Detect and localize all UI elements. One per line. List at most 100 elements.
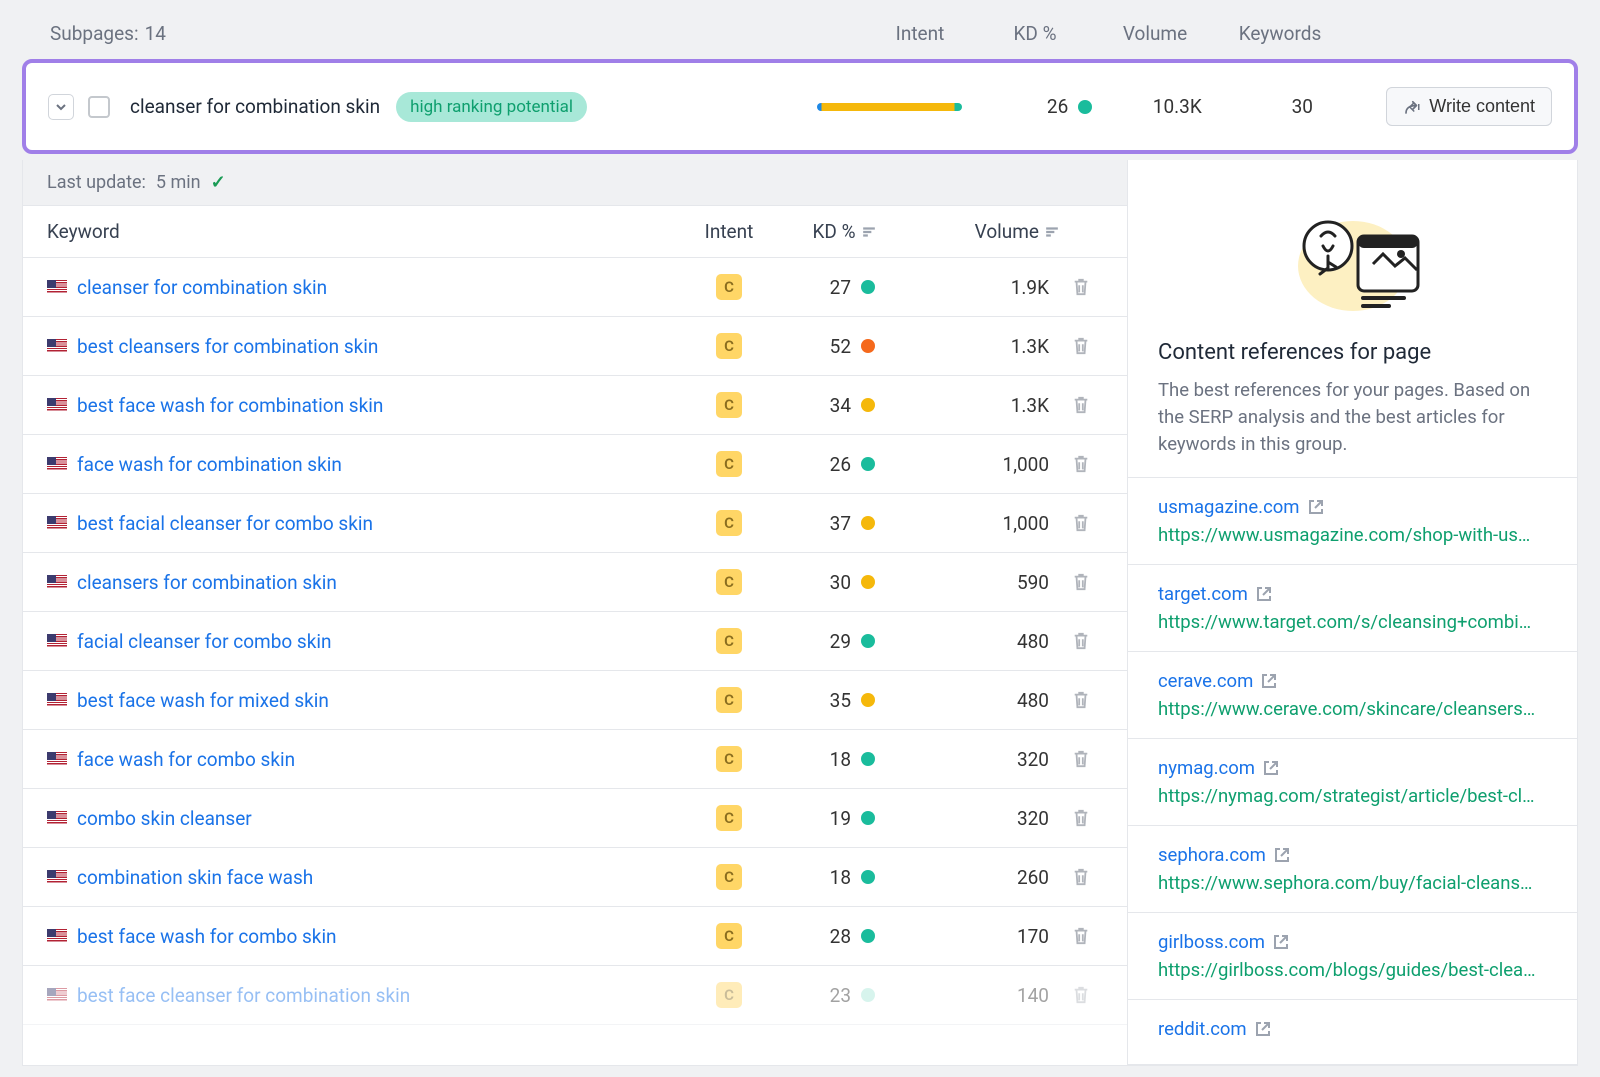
reference-domain[interactable]: girlboss.com [1158,931,1547,953]
reference-url: https://www.target.com/s/cleansing+combi… [1158,611,1547,633]
intent-distribution-bar [817,103,962,111]
table-row: face wash for combination skin C 26 1,00… [23,435,1127,494]
reference-domain[interactable]: usmagazine.com [1158,496,1547,518]
delete-icon[interactable] [1072,690,1090,710]
intent-chip[interactable]: C [716,864,742,890]
redo-arrow-icon [1403,98,1421,116]
write-content-button[interactable]: Write content [1386,87,1552,126]
expand-toggle[interactable] [48,94,74,120]
kd-dot-icon [861,575,875,589]
delete-icon[interactable] [1072,395,1090,415]
keyword-link[interactable]: best face wash for combination skin [77,394,383,417]
delete-icon[interactable] [1072,336,1090,356]
delete-icon[interactable] [1072,572,1090,592]
kd-cell: 26 [779,453,909,476]
reference-domain[interactable]: target.com [1158,583,1547,605]
group-volume: 10.3K [1112,95,1242,118]
external-link-icon [1274,847,1290,863]
keyword-link[interactable]: best cleansers for combination skin [77,335,378,358]
intent-chip[interactable]: C [716,687,742,713]
intent-chip[interactable]: C [716,274,742,300]
table-row: face wash for combo skin C 18 320 [23,730,1127,789]
col-intent[interactable]: Intent [679,220,779,243]
sort-icon [1045,225,1059,239]
keyword-link[interactable]: face wash for combo skin [77,748,295,771]
header-keywords: Keywords [1220,22,1340,45]
keyword-link[interactable]: face wash for combination skin [77,453,342,476]
header-kd: KD % [980,22,1090,45]
delete-icon[interactable] [1072,808,1090,828]
kd-dot-icon [861,752,875,766]
subpages-count: 14 [145,22,166,45]
intent-chip[interactable]: C [716,923,742,949]
keyword-link[interactable]: facial cleanser for combo skin [77,630,331,653]
col-kd[interactable]: KD % [779,220,909,243]
col-keyword[interactable]: Keyword [47,220,679,243]
kd-cell: 28 [779,925,909,948]
us-flag-icon [47,516,67,530]
intent-chip[interactable]: C [716,510,742,536]
reference-item[interactable]: sephora.com https://www.sephora.com/buy/… [1128,826,1577,913]
delete-icon[interactable] [1072,749,1090,769]
reference-domain[interactable]: cerave.com [1158,670,1547,692]
keyword-link[interactable]: best face cleanser for combination skin [77,984,410,1007]
volume-cell: 480 [909,689,1059,712]
kd-dot-icon [861,280,875,294]
delete-icon[interactable] [1072,867,1090,887]
intent-chip[interactable]: C [716,392,742,418]
intent-chip[interactable]: C [716,628,742,654]
us-flag-icon [47,634,67,648]
reference-item[interactable]: nymag.com https://nymag.com/strategist/a… [1128,739,1577,826]
write-content-label: Write content [1429,96,1535,117]
group-kd-value: 26 [1047,95,1068,118]
reference-item[interactable]: girlboss.com https://girlboss.com/blogs/… [1128,913,1577,1000]
keyword-link[interactable]: combo skin cleanser [77,807,252,830]
intent-chip[interactable]: C [716,451,742,477]
keyword-link[interactable]: best face wash for mixed skin [77,689,329,712]
us-flag-icon [47,811,67,825]
reference-domain[interactable]: reddit.com [1158,1018,1547,1040]
us-flag-icon [47,988,67,1002]
reference-item[interactable]: usmagazine.com https://www.usmagazine.co… [1128,478,1577,565]
kd-dot-icon [861,634,875,648]
reference-item[interactable]: reddit.com [1128,1000,1577,1065]
last-update-label: Last update: [47,172,146,193]
reference-item[interactable]: target.com https://www.target.com/s/clea… [1128,565,1577,652]
reference-domain[interactable]: nymag.com [1158,757,1547,779]
keyword-link[interactable]: combination skin face wash [77,866,313,889]
intent-chip[interactable]: C [716,333,742,359]
kd-cell: 19 [779,807,909,830]
delete-icon[interactable] [1072,513,1090,533]
keyword-link[interactable]: cleanser for combination skin [77,276,327,299]
group-checkbox[interactable] [88,96,110,118]
delete-icon[interactable] [1072,277,1090,297]
keyword-link[interactable]: cleansers for combination skin [77,571,337,594]
intent-chip[interactable]: C [716,746,742,772]
external-link-icon [1273,934,1289,950]
volume-cell: 590 [909,571,1059,594]
subpages-bar: Subpages: 14 Intent KD % Volume Keywords [22,16,1578,59]
intent-chip[interactable]: C [716,569,742,595]
reference-domain[interactable]: sephora.com [1158,844,1547,866]
delete-icon[interactable] [1072,454,1090,474]
us-flag-icon [47,457,67,471]
reference-url: https://nymag.com/strategist/article/bes… [1158,785,1547,807]
delete-icon[interactable] [1072,985,1090,1005]
group-keyword-count: 30 [1242,95,1362,118]
us-flag-icon [47,693,67,707]
delete-icon[interactable] [1072,926,1090,946]
volume-cell: 1,000 [909,453,1059,476]
volume-cell: 1.3K [909,335,1059,358]
intent-chip[interactable]: C [716,805,742,831]
sort-icon [862,225,876,239]
intent-chip[interactable]: C [716,982,742,1008]
col-volume[interactable]: Volume [909,220,1059,243]
group-kd: 26 [1002,95,1112,118]
keyword-link[interactable]: best face wash for combo skin [77,925,337,948]
keyword-link[interactable]: best facial cleanser for combo skin [77,512,373,535]
delete-icon[interactable] [1072,631,1090,651]
kd-dot-icon [861,457,875,471]
table-row: combination skin face wash C 18 260 [23,848,1127,907]
reference-item[interactable]: cerave.com https://www.cerave.com/skinca… [1128,652,1577,739]
table-row: facial cleanser for combo skin C 29 480 [23,612,1127,671]
